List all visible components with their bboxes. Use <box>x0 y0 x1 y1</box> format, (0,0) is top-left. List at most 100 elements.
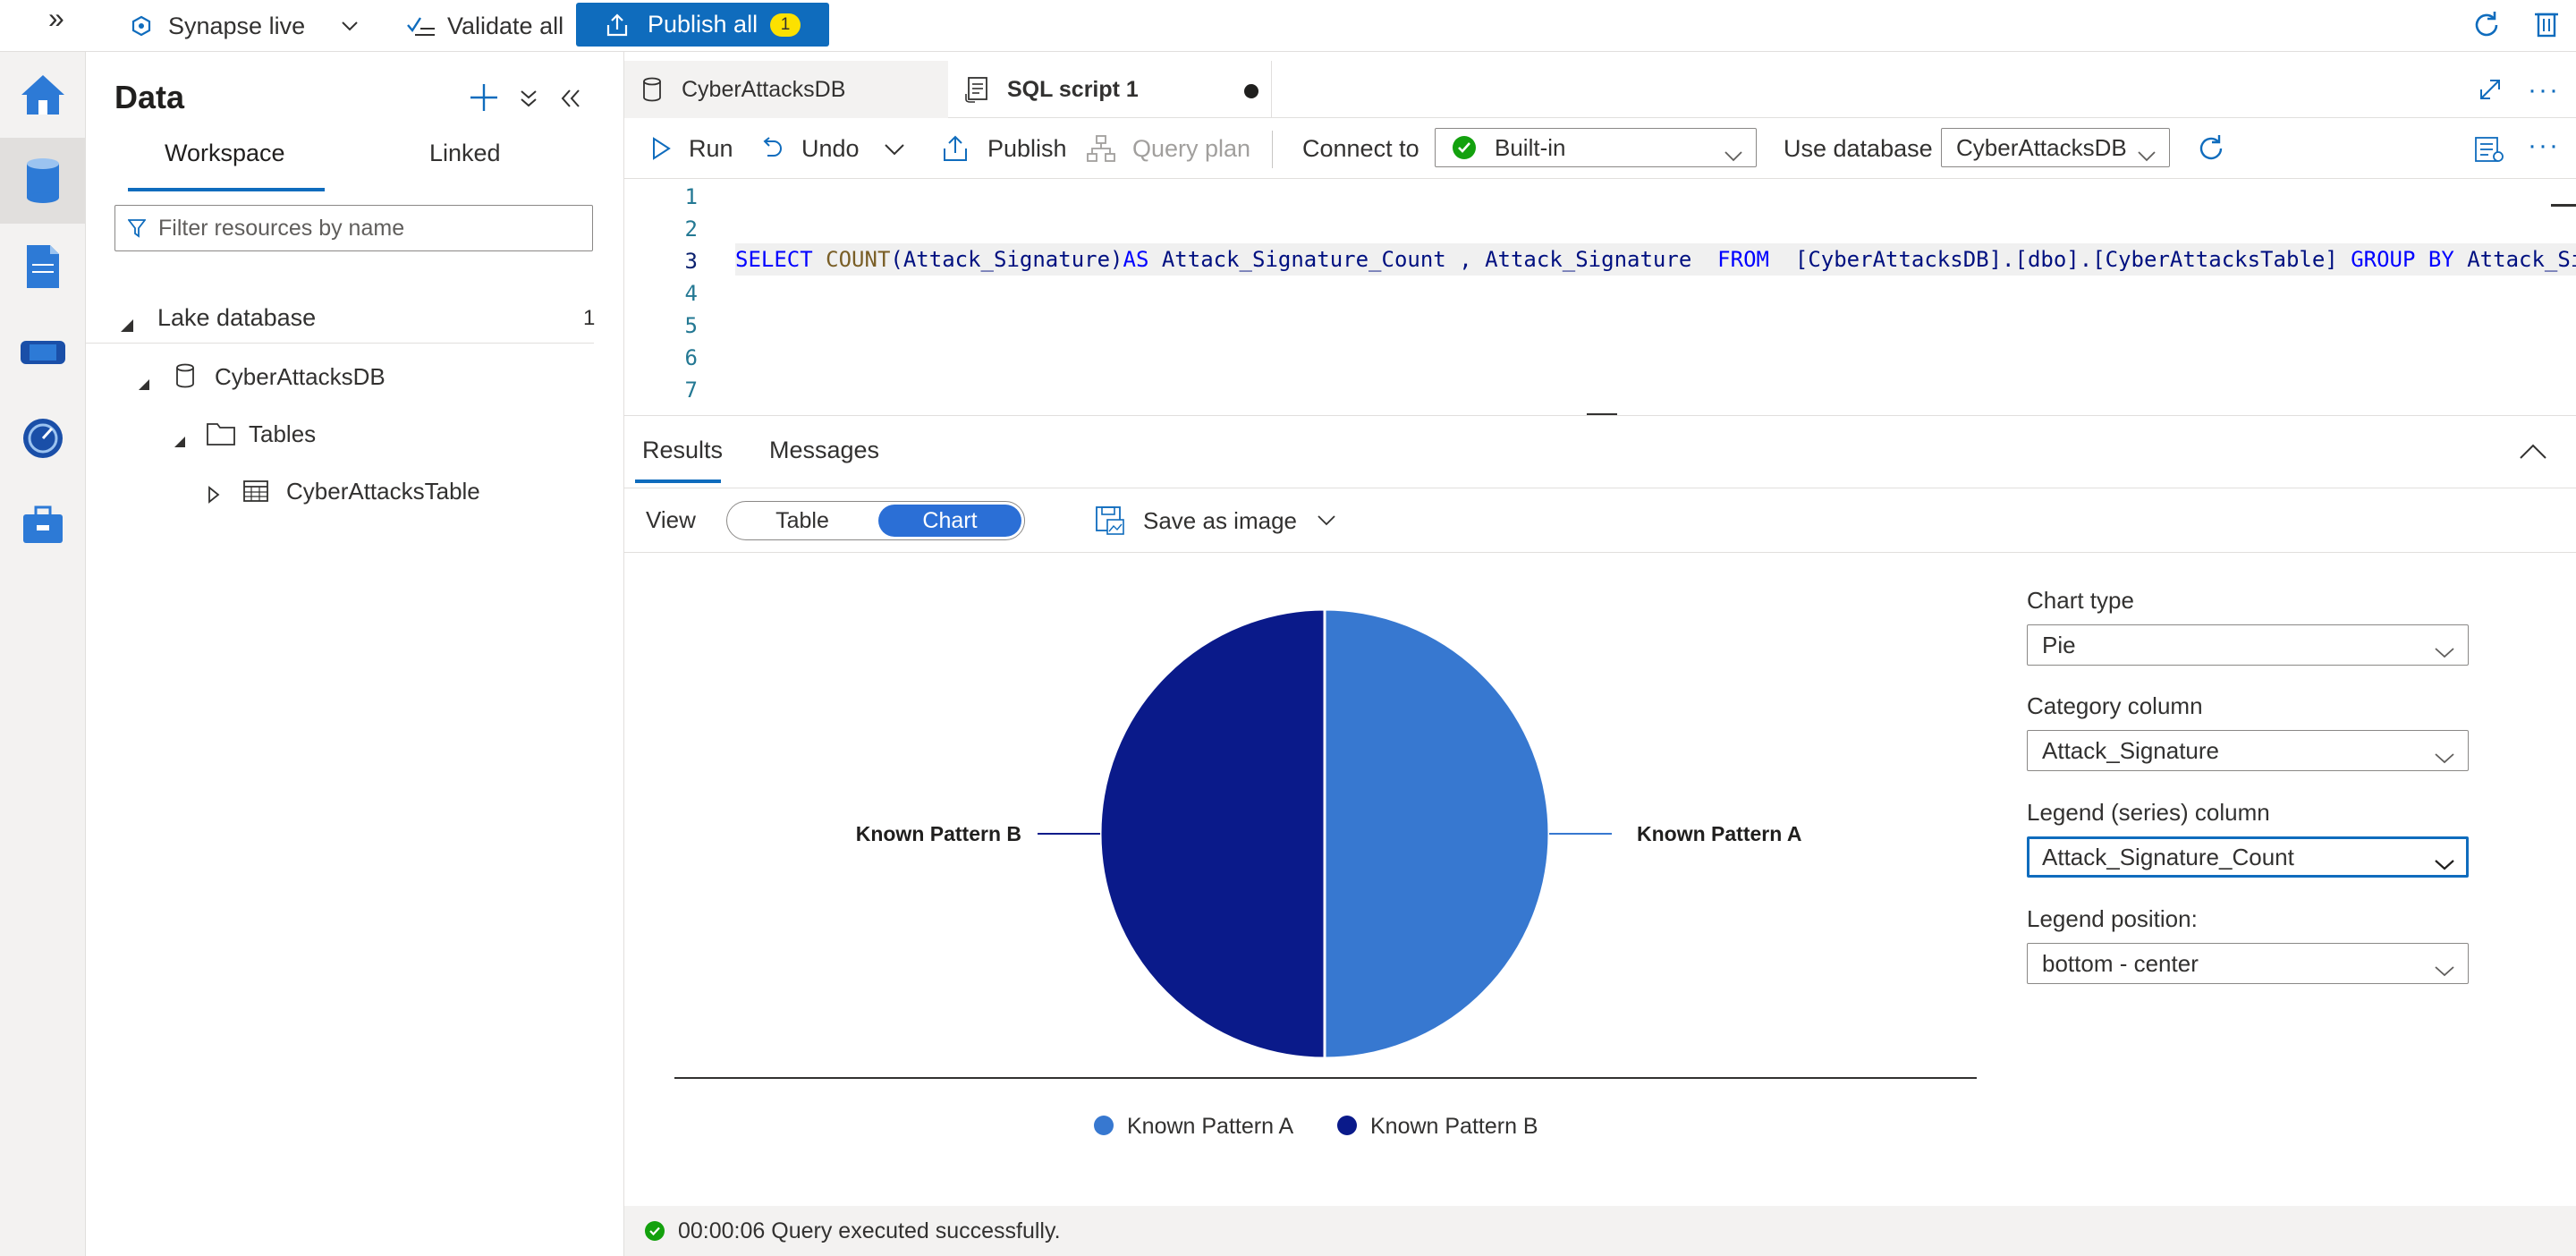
line-number: 3 <box>684 249 698 274</box>
save-image-icon <box>1095 505 1125 536</box>
category-column-select[interactable]: Attack_Signature <box>2027 730 2469 771</box>
publish-button[interactable]: Publish <box>941 118 1067 179</box>
expand-rail-icon[interactable]: » <box>48 2 64 35</box>
category-column-value: Attack_Signature <box>2042 736 2220 764</box>
play-icon <box>651 137 671 160</box>
tab-sql-script-1[interactable]: SQL script 1 <box>948 61 1272 118</box>
rail-manage[interactable] <box>0 481 86 567</box>
rail-home[interactable] <box>0 52 86 138</box>
maximize-icon[interactable] <box>2478 77 2503 106</box>
tab-workspace[interactable]: Workspace <box>165 140 285 167</box>
view-option-chart[interactable]: Chart <box>878 505 1021 537</box>
add-icon[interactable] <box>469 82 499 117</box>
discard-icon[interactable] <box>2533 9 2560 44</box>
minimap-marker <box>2551 204 2576 207</box>
legend-label[interactable]: Known Pattern A <box>1127 1114 1294 1139</box>
legend-series-select[interactable]: Attack_Signature_Count <box>2027 836 2469 878</box>
chevron-down-icon <box>2434 850 2455 878</box>
caret-right-icon <box>208 482 220 510</box>
keyword-as: AS <box>1123 247 1149 272</box>
connect-to-dropdown[interactable]: Built-in <box>1435 128 1757 167</box>
query-plan-button[interactable]: Query plan <box>1086 118 1250 179</box>
filter-icon <box>128 218 146 238</box>
rail-data[interactable] <box>0 138 86 224</box>
refresh-icon[interactable] <box>2470 9 2503 46</box>
upload-icon <box>941 134 970 163</box>
tree-item-cyberattackstable[interactable]: CyberAttacksTable <box>86 466 587 516</box>
sql-editor[interactable]: 1 2 3 4 5 6 7 SELECT COUNT(Attack_Signat… <box>624 179 2576 416</box>
more-options-icon[interactable]: ··· <box>2528 131 2560 161</box>
results-tab-strip: Results Messages <box>624 417 2576 488</box>
lake-database-section[interactable]: Lake database 1 <box>86 293 595 344</box>
sql-code-line[interactable]: SELECT COUNT(Attack_Signature)AS Attack_… <box>735 243 2576 276</box>
rail-develop[interactable] <box>0 224 86 310</box>
keyword-select: SELECT <box>735 247 813 272</box>
chevron-down-icon <box>341 21 359 31</box>
database-icon <box>23 157 63 205</box>
query-status-text: 00:00:06 Query executed successfully. <box>678 1218 1061 1243</box>
properties-icon[interactable] <box>2474 136 2504 167</box>
connect-to-value: Built-in <box>1495 133 1566 161</box>
tab-linked[interactable]: Linked <box>429 140 501 167</box>
category-column-label: Category column <box>2027 692 2203 719</box>
table-icon <box>243 480 268 508</box>
undo-button[interactable]: Undo <box>760 118 860 179</box>
function-count: COUNT <box>826 247 891 272</box>
rail-integrate[interactable] <box>0 310 86 395</box>
splitter-handle[interactable] <box>1587 413 1617 415</box>
collapse-results-icon[interactable] <box>2519 442 2547 464</box>
filter-placeholder: Filter resources by name <box>158 215 405 241</box>
use-database-dropdown[interactable]: CyberAttacksDB <box>1941 128 2170 167</box>
legend-label[interactable]: Known Pattern B <box>1370 1114 1538 1139</box>
collapse-panel-icon[interactable] <box>560 88 581 114</box>
validate-all-button[interactable]: Validate all <box>406 0 564 52</box>
refresh-icon[interactable] <box>2195 132 2227 169</box>
pie-slice-known-pattern-a[interactable] <box>1323 607 1551 1060</box>
view-option-table[interactable]: Table <box>730 505 875 537</box>
tree-item-tables[interactable]: Tables <box>86 409 587 459</box>
results-view-bar: View Table Chart Save as image <box>624 488 2576 553</box>
line-number: 2 <box>684 216 698 242</box>
legend-marker[interactable] <box>1337 1116 1357 1135</box>
pie-slice-known-pattern-b[interactable] <box>1098 607 1326 1060</box>
use-database-label: Use database <box>1784 134 1933 162</box>
folder-icon <box>206 421 236 453</box>
save-as-image-label: Save as image <box>1143 506 1297 534</box>
success-check-icon <box>644 1220 665 1242</box>
panel-title: Data <box>114 79 185 115</box>
legend-series-value: Attack_Signature_Count <box>2042 843 2294 870</box>
chart-type-value: Pie <box>2042 631 2076 658</box>
save-as-image-button[interactable]: Save as image <box>1095 488 1336 553</box>
workspace-mode-selector[interactable]: Synapse live <box>131 0 359 52</box>
editor-tab-strip: CyberAttacksDB SQL script 1 ··· <box>624 61 2576 118</box>
tab-cyberattacksdb[interactable]: CyberAttacksDB <box>624 61 948 118</box>
tree-item-label: CyberAttacksTable <box>286 477 480 505</box>
legend-position-label: Legend position: <box>2027 905 2198 932</box>
tab-messages[interactable]: Messages <box>769 437 879 464</box>
pipeline-icon <box>19 335 67 369</box>
publish-all-button[interactable]: Publish all 1 <box>576 3 829 47</box>
filter-resources-input[interactable]: Filter resources by name <box>114 205 593 251</box>
legend-marker[interactable] <box>1094 1116 1114 1135</box>
undo-dropdown-chevron-icon[interactable] <box>884 143 905 160</box>
pending-changes-badge: 1 <box>770 13 801 37</box>
publish-all-label: Publish all <box>648 11 758 38</box>
rail-monitor[interactable] <box>0 395 86 481</box>
run-button[interactable]: Run <box>651 118 733 179</box>
script-icon <box>964 76 989 103</box>
legend-position-select[interactable]: bottom - center <box>2027 943 2469 984</box>
code-identifier: (Attack_Signature) <box>890 247 1123 272</box>
tab-results[interactable]: Results <box>642 437 723 464</box>
expand-collapse-icon[interactable] <box>519 88 538 114</box>
more-options-icon[interactable]: ··· <box>2528 75 2560 106</box>
line-number: 4 <box>684 281 698 306</box>
database-icon <box>175 363 195 395</box>
view-toggle: Table Chart <box>726 501 1025 540</box>
unsaved-dot-icon[interactable] <box>1244 84 1258 98</box>
tree-item-cyberattacksdb[interactable]: CyberAttacksDB <box>86 352 587 402</box>
synapse-icon <box>131 15 152 37</box>
chart-type-select[interactable]: Pie <box>2027 624 2469 666</box>
line-number: 6 <box>684 345 698 370</box>
data-panel: Data Workspace Linked Filter resources b… <box>86 52 624 1256</box>
upload-icon <box>605 13 630 38</box>
